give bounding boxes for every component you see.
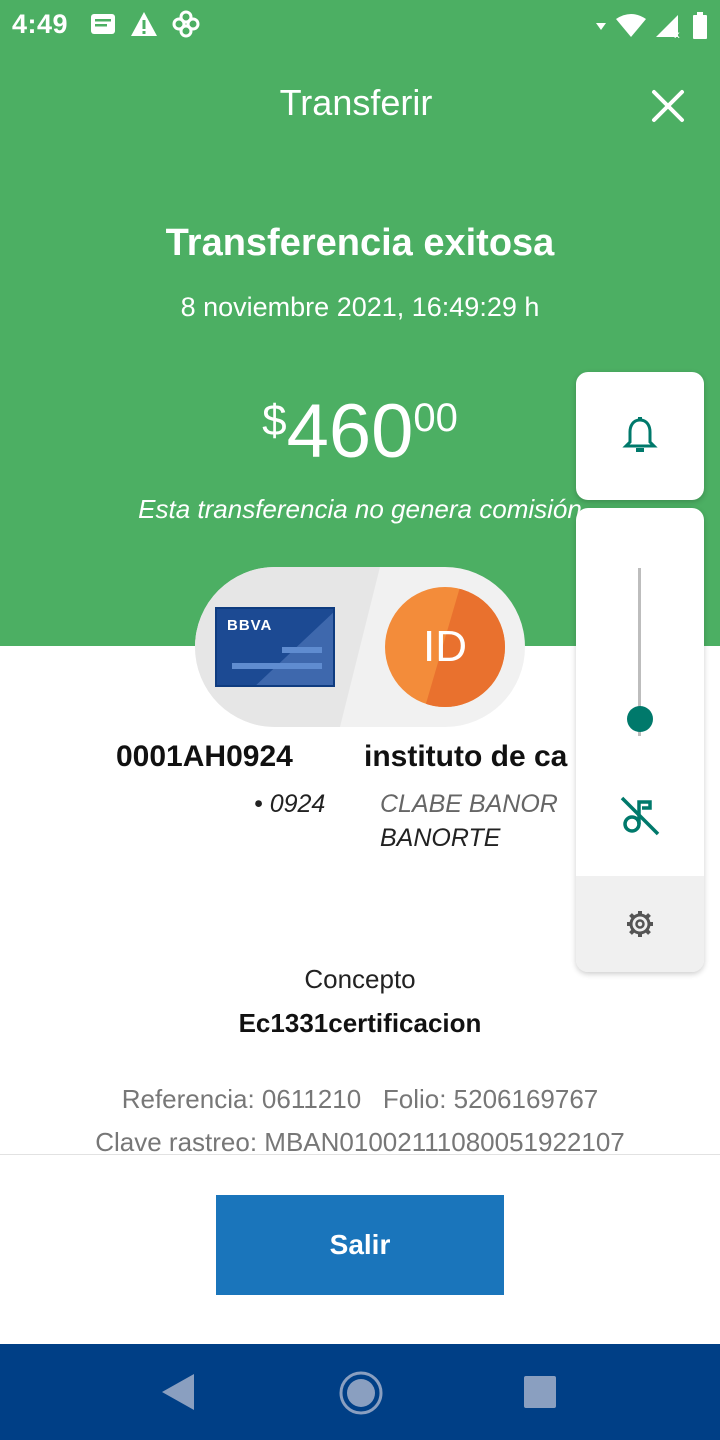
close-button[interactable] (646, 84, 690, 128)
home-icon[interactable] (338, 1370, 384, 1416)
status-time: 4:49 (12, 9, 69, 39)
avatar-initials: ID (423, 622, 467, 671)
bottom-action-bar: Salir (0, 1154, 720, 1344)
recents-icon[interactable] (524, 1376, 556, 1408)
svg-text:x: x (674, 30, 680, 38)
destination-avatar: ID (385, 587, 505, 707)
battery-icon (693, 12, 707, 39)
gear-icon (627, 911, 653, 937)
destination-clabe: CLABE BANOR (380, 790, 558, 818)
volume-settings-button[interactable] (576, 876, 704, 972)
back-icon[interactable] (160, 1372, 196, 1412)
close-icon (652, 90, 684, 122)
cell-signal-icon: x (656, 15, 680, 38)
bbva-card-logo: BBVA (215, 607, 335, 687)
tracking-key: Clave rastreo: MBAN01002111080051922107 (95, 1127, 625, 1155)
amount-currency: $ (262, 396, 287, 445)
destination-bank: BANORTE (380, 824, 501, 852)
transfer-datetime: 8 noviembre 2021, 16:49:29 h (180, 292, 540, 322)
concepto-value: Ec1331certificacion (238, 1008, 482, 1038)
fan-icon (172, 10, 200, 38)
status-icons-right: x (596, 12, 708, 40)
origin-masked-number: • 0924 (254, 790, 326, 818)
success-title: Transferencia exitosa (165, 222, 555, 264)
volume-panel (576, 508, 704, 972)
status-icons-left (90, 10, 200, 38)
reference-folio: Referencia: 0611210 Folio: 5206169767 (121, 1084, 599, 1114)
amount-integer: 460 (286, 389, 414, 474)
ringer-mode-button[interactable] (576, 372, 704, 500)
wifi-icon (616, 14, 646, 37)
signal-dot-icon (596, 23, 606, 30)
transfer-parties-card: BBVA ID (195, 567, 525, 727)
system-nav-bar (0, 1344, 720, 1440)
destination-name: instituto de ca (364, 740, 568, 773)
volume-slider-thumb[interactable] (627, 706, 653, 733)
music-off-icon[interactable] (618, 794, 662, 838)
exit-button[interactable]: Salir (216, 1195, 504, 1295)
warning-icon (131, 12, 157, 36)
bell-icon (622, 417, 658, 452)
amount-decimals: 00 (413, 396, 458, 440)
origin-account: 0001AH0924 (116, 740, 293, 773)
message-icon (91, 14, 115, 34)
bank-logo-text: BBVA (227, 617, 273, 634)
status-bar: 4:49 x (0, 0, 720, 50)
page-title: Transferir (279, 82, 433, 123)
